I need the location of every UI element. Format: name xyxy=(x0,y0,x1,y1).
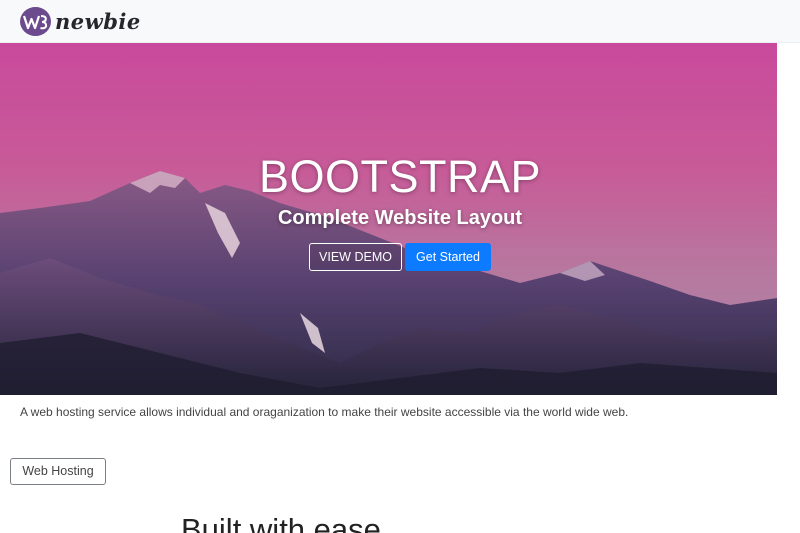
w3-logo-icon xyxy=(20,6,51,36)
web-hosting-button[interactable]: Web Hosting xyxy=(10,458,106,485)
view-demo-button[interactable]: VIEW DEMO xyxy=(309,243,402,271)
section-heading: Built with ease xyxy=(181,512,381,533)
intro-paragraph: A web hosting service allows individual … xyxy=(20,405,629,419)
get-started-button[interactable]: Get Started xyxy=(405,243,491,271)
hero-title: BOOTSTRAP xyxy=(258,151,542,202)
hero-subtitle: Complete Website Layout xyxy=(277,207,523,229)
hero-banner: BOOTSTRAP Complete Website Layout VIEW D… xyxy=(0,43,777,395)
brand-name: newbie xyxy=(55,8,141,34)
brand-logo[interactable]: newbie xyxy=(20,6,141,36)
top-navbar: newbie xyxy=(0,0,800,43)
